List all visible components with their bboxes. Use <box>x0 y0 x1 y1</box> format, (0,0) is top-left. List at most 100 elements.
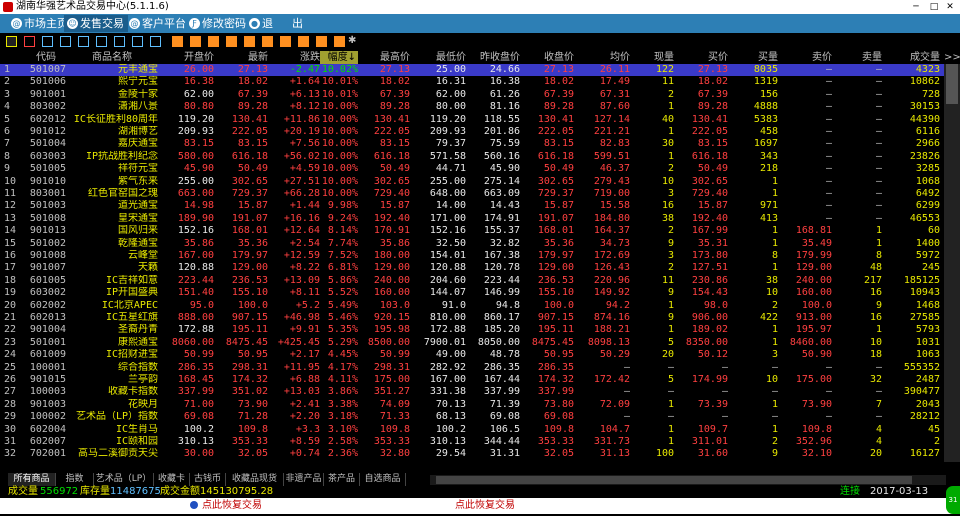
tab-3[interactable]: 收藏卡 <box>154 473 190 486</box>
table-icon[interactable] <box>96 36 107 47</box>
scrollbar-thumb[interactable] <box>946 64 958 104</box>
column-header-current-volume[interactable]: 现量 <box>630 51 674 64</box>
cell-change-pct: 5.52% <box>327 287 358 299</box>
table-row[interactable]: 22 901004 圣裔丹青 172.88 195.11 +9.91 5.35% 195.98… <box>0 324 944 336</box>
table-row[interactable]: 5 602012 IC长征胜利80周年 119.20 130.41 +11.86 10.00… <box>0 114 944 126</box>
minimize-button[interactable]: ─ <box>908 1 924 13</box>
scrollbar-thumb[interactable] <box>436 476 912 484</box>
column-header-total-volume[interactable]: 成交量 <box>882 51 940 64</box>
cell-row-number: 29 <box>4 411 17 423</box>
info-icon[interactable] <box>150 36 161 47</box>
tab-4[interactable]: 古钱币 <box>190 473 226 486</box>
buy-icon[interactable] <box>190 36 201 47</box>
column-header-ask-price[interactable]: 卖价 <box>778 51 832 64</box>
menu-exit[interactable]: ● 退 <box>246 15 277 32</box>
settings-icon[interactable]: ✱ <box>348 35 359 46</box>
menu-change-password[interactable]: Ƒ 修改密码 <box>186 15 250 32</box>
column-header-prev-close[interactable]: 昨收盘价 <box>466 51 520 64</box>
tab-0[interactable]: 所有商品 <box>8 473 56 486</box>
tab-5[interactable]: 收藏品现货 <box>226 473 284 486</box>
history-icon[interactable] <box>298 36 309 47</box>
table-row[interactable]: 6 901012 湖湘博艺 209.93 222.05 +20.19 10.00% 222.0… <box>0 126 944 138</box>
column-header-close-price[interactable]: 收盘价 <box>520 51 574 64</box>
column-header-change-pct[interactable]: 幅度↓ <box>320 51 358 64</box>
table-row[interactable]: 26 901015 兰亭韵 168.45 174.32 +6.88 4.11% 175.00 1… <box>0 374 944 386</box>
column-header-change[interactable]: 涨跌 <box>268 51 320 64</box>
detail-icon[interactable] <box>132 36 143 47</box>
chart-icon[interactable] <box>42 36 53 47</box>
column-header-high-price[interactable]: 最高价 <box>358 51 410 64</box>
report-icon[interactable] <box>114 36 125 47</box>
column-header-bid-volume[interactable]: 买量 <box>728 51 778 64</box>
menu-exit-2[interactable]: 出 <box>276 15 307 32</box>
horizontal-scrollbar[interactable] <box>430 475 946 485</box>
menu-market-home[interactable]: @ 市场主页 <box>8 15 72 32</box>
table-row[interactable]: 9 501005 祥符元宝 45.90 50.49 +4.59 10.00% 50.49 44.… <box>0 163 944 175</box>
tab-8[interactable]: 自选商品 <box>360 473 406 486</box>
funds-icon[interactable] <box>280 36 291 47</box>
position-icon[interactable] <box>262 36 273 47</box>
list-icon[interactable] <box>60 36 71 47</box>
column-header-open-price[interactable]: 开盘价 <box>158 51 214 64</box>
table-row[interactable]: 8 603003 IP抗战胜利纪念 580.00 616.18 +56.02 10.00% 6… <box>0 151 944 163</box>
bank-icon[interactable] <box>334 36 345 47</box>
table-row[interactable]: 24 601009 IC招财进宝 50.99 50.95 +2.17 4.45% 50.99 4… <box>0 349 944 361</box>
table-row[interactable]: 21 602013 IC五星红旗 888.00 907.15 +46.98 5.46% 920… <box>0 312 944 324</box>
table-row[interactable]: 13 501008 皇宋通宝 189.90 191.07 +16.16 9.24% 192.4… <box>0 213 944 225</box>
table-row[interactable]: 27 100003 收藏卡指数 337.99 351.02 +13.03 3.86% 351.… <box>0 386 944 398</box>
table-row[interactable]: 1 501007 元丰通宝 26.00 27.13 -2.47 10.02% 27.13 25.… <box>0 64 944 77</box>
print-icon[interactable] <box>316 36 327 47</box>
cell-code: 602002 <box>29 299 66 311</box>
column-header-code[interactable]: 代码 <box>26 51 66 64</box>
column-header-avg-price[interactable]: 均价 <box>574 51 630 64</box>
table-row[interactable]: 2 501006 熙宁元宝 16.38 18.02 +1.64 10.01% 18.02 16.… <box>0 76 944 88</box>
table-row[interactable]: 18 601005 IC吉祥如意 223.44 236.53 +13.09 5.86% 240… <box>0 275 944 287</box>
corner-badge[interactable]: 31 <box>946 486 960 514</box>
table-row[interactable]: 29 100002 艺术品（LP）指数 69.08 71.28 +2.20 3.18% 71.… <box>0 411 944 423</box>
column-header-product-name[interactable]: 商品名称 <box>66 51 158 64</box>
maximize-button[interactable]: □ <box>926 1 942 13</box>
table-row[interactable]: 23 501001 康熙通宝 8060.00 8475.45 +425.45 5.29% 85… <box>0 337 944 349</box>
table-row[interactable]: 16 901008 云峰堂 167.00 179.97 +12.59 7.52% 180.00… <box>0 250 944 262</box>
tab-6[interactable]: 非遗产品 <box>284 473 324 486</box>
tab-1[interactable]: 指数 <box>56 473 94 486</box>
table-row[interactable]: 32 702001 高马二溪御贡天尖 30.00 32.05 +0.74 2.36% 32.8… <box>0 448 944 460</box>
table-row[interactable]: 19 603002 IP开国盛典 151.40 155.10 +8.11 5.52% 160.… <box>0 287 944 299</box>
table-row[interactable]: 25 100001 综合指数 286.35 298.31 +11.95 4.17% 298.3… <box>0 362 944 374</box>
restore-trade-link-right[interactable]: 点此恢复交易 <box>455 498 515 514</box>
table-row[interactable]: 31 602007 IC颐和园 310.13 353.33 +8.59 2.58% 353.3… <box>0 436 944 448</box>
kline-icon[interactable] <box>6 36 17 47</box>
restore-trade-link-left[interactable]: 点此恢复交易 <box>190 498 262 514</box>
cell-prev-close: 16.38 <box>489 76 520 88</box>
table-row[interactable]: 15 501002 乾隆通宝 35.86 35.36 +2.54 7.74% 35.86 32.… <box>0 238 944 250</box>
order-icon[interactable] <box>172 36 183 47</box>
table-row[interactable]: 20 602002 IC北京APEC 95.0 100.0 +5.2 5.49% 103.0 9… <box>0 300 944 312</box>
table-row[interactable]: 14 901013 国风归来 152.16 168.01 +12.64 8.14% 170.9… <box>0 225 944 237</box>
table-row[interactable]: 11 803001 红色官窑国之瑰 663.00 729.37 +66.28 10.00% 7… <box>0 188 944 200</box>
column-header-last-price[interactable]: 最新 <box>214 51 268 64</box>
sell-icon[interactable] <box>208 36 219 47</box>
table-row[interactable]: 7 501004 嘉庆通宝 83.15 83.15 +7.56 10.00% 83.15 79.… <box>0 138 944 150</box>
column-header-ask-volume[interactable]: 卖量 <box>832 51 882 64</box>
table-row[interactable]: 10 901010 紫气东来 255.00 302.65 +27.51 10.00% 302.… <box>0 176 944 188</box>
column-header-bid-price[interactable]: 买价 <box>674 51 728 64</box>
column-header-low-price[interactable]: 最低价 <box>410 51 466 64</box>
table-row[interactable]: 28 901003 花映月 71.00 73.90 +2.41 3.38% 74.09 70.1… <box>0 399 944 411</box>
menu-client-platform[interactable]: @ 客户平台 <box>126 15 190 32</box>
table-row[interactable]: 30 602004 IC生肖马 100.2 109.8 +3.3 3.10% 109.8 100… <box>0 424 944 436</box>
cell-total-volume: 2966 <box>915 138 940 150</box>
table-row[interactable]: 12 501003 道光通宝 14.98 15.87 +1.44 9.98% 15.87 14.… <box>0 200 944 212</box>
table-row[interactable]: 4 803002 潇湘八景 80.80 89.28 +8.12 10.00% 89.28 80.… <box>0 101 944 113</box>
close-button[interactable]: ✕ <box>942 1 958 13</box>
vertical-scrollbar[interactable] <box>944 64 960 462</box>
tab-2[interactable]: 艺术品（LP） <box>94 473 154 486</box>
query-icon[interactable] <box>244 36 255 47</box>
tab-7[interactable]: 茶产品 <box>324 473 360 486</box>
grid-icon[interactable] <box>78 36 89 47</box>
cancel-order-icon[interactable] <box>226 36 237 47</box>
menu-issue-trade[interactable]: ☺ 发售交易 <box>64 15 128 32</box>
table-row[interactable]: 3 901001 金陵十家 62.00 67.39 +6.13 10.01% 67.39 62.… <box>0 89 944 101</box>
trend-icon[interactable] <box>24 36 35 47</box>
table-row[interactable]: 17 901007 天籁 120.88 129.00 +8.22 6.81% 129.00 12… <box>0 262 944 274</box>
scroll-right-icon[interactable]: >> <box>944 51 960 64</box>
